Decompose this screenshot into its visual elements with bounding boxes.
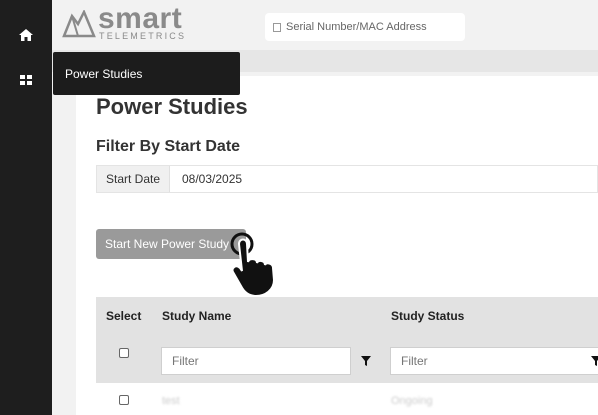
home-icon[interactable] bbox=[18, 27, 34, 43]
page-title: Power Studies bbox=[96, 94, 248, 119]
row-checkbox[interactable] bbox=[119, 395, 129, 405]
top-header: smart TELEMETRICS Serial Number/MAC Addr… bbox=[52, 0, 598, 50]
study-status-filter-input[interactable] bbox=[390, 347, 598, 375]
column-header-study-status[interactable]: Study Status bbox=[391, 309, 464, 323]
table-header: Select Study Name Study Status bbox=[96, 297, 598, 383]
logo-mark-icon bbox=[62, 10, 96, 38]
serial-placeholder: Serial Number/MAC Address bbox=[286, 21, 427, 33]
brand-logo[interactable]: smart TELEMETRICS bbox=[62, 2, 212, 46]
start-date-input[interactable]: 08/03/2025 bbox=[170, 166, 242, 192]
column-header-study-name[interactable]: Study Name bbox=[162, 309, 231, 323]
start-date-filter: Start Date 08/03/2025 bbox=[96, 165, 598, 193]
hand-pointer-icon bbox=[230, 232, 276, 298]
filter-section-title: Filter By Start Date bbox=[96, 138, 241, 155]
row-study-status: Ongoing bbox=[391, 395, 433, 407]
table-row[interactable]: test Ongoing bbox=[96, 383, 598, 415]
select-all-checkbox[interactable] bbox=[119, 348, 129, 358]
checkbox-glyph-icon bbox=[273, 22, 281, 32]
start-date-label: Start Date bbox=[97, 166, 170, 192]
study-name-filter-input[interactable] bbox=[161, 347, 351, 375]
funnel-icon[interactable] bbox=[361, 356, 371, 366]
grid-icon[interactable] bbox=[18, 72, 34, 88]
tooltip-label: Power Studies bbox=[65, 66, 143, 81]
main-card: Power Studies Filter By Start Date Start… bbox=[76, 76, 598, 415]
start-new-power-study-button[interactable]: Start New Power Study bbox=[96, 229, 246, 259]
logo-subtitle: TELEMETRICS bbox=[99, 31, 187, 41]
nav-tooltip: Power Studies bbox=[53, 52, 240, 95]
funnel-icon[interactable] bbox=[591, 356, 598, 366]
serial-search-input[interactable]: Serial Number/MAC Address bbox=[265, 13, 465, 41]
row-study-name: test bbox=[162, 395, 180, 407]
column-header-select: Select bbox=[106, 309, 142, 323]
left-nav-rail bbox=[0, 0, 52, 415]
